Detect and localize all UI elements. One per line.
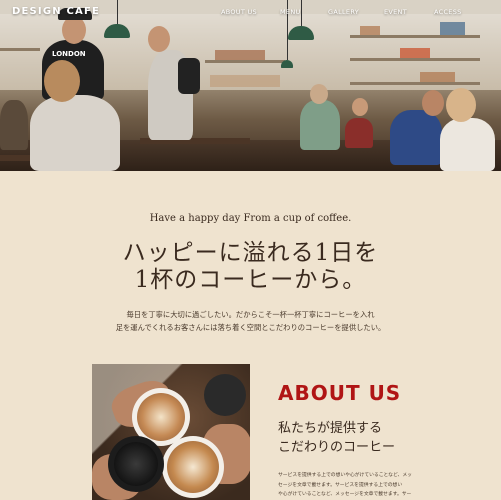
tagline: Have a happy day From a cup of coffee. [149, 213, 352, 224]
about-subtitle-line-2: こだわりのコーヒー [278, 440, 396, 455]
about-subtitle: 私たちが提供する こだわりのコーヒー [278, 419, 395, 457]
headline-line-1: ハッピーに溢れる1日を [122, 240, 379, 266]
intro-body: 毎日を丁寧に大切に過ごしたい。だからこそ一杯一杯丁寧にコーヒーを入れ 足を運んで… [0, 308, 501, 334]
about-body-line-3: や心がけていることなど、メッセージを文章で載せます。サー [278, 492, 412, 497]
coffee-cheers-photo [92, 364, 250, 500]
intro-body-line-1: 毎日を丁寧に大切に過ごしたい。だからこそ一杯一杯丁寧にコーヒーを入れ [126, 310, 375, 319]
about-body-line-1: サービスを提供する上での想いや心がけていることなど、メッ [278, 473, 412, 478]
nav-event[interactable]: EVENT [384, 8, 407, 16]
about-subtitle-line-1: 私たちが提供する [278, 421, 383, 436]
nav-gallery[interactable]: GALLERY [328, 8, 359, 16]
headline: ハッピーに溢れる1日を 1杯のコーヒーから。 [0, 240, 501, 294]
nav-about-us[interactable]: ABOUT US [221, 8, 257, 16]
about-title: ABOUT US [278, 381, 402, 405]
hero-image: LONDON [0, 0, 501, 171]
intro-body-line-2: 足を運んでくれるお客さんには落ち着く空間とこだわりのコーヒーを提供したい。 [115, 323, 386, 332]
about-body: サービスを提供する上での想いや心がけていることなど、メッ セージを文章で載せます… [278, 471, 418, 500]
nav-access[interactable]: ACCESS [434, 8, 462, 16]
headline-line-2: 1杯のコーヒーから。 [134, 267, 367, 293]
about-body-line-2: セージを文章で載せます。サービスを提供する上での想い [278, 482, 403, 488]
nav-menu[interactable]: MENU [280, 8, 301, 16]
main-nav: ABOUT US MENU GALLERY EVENT ACCESS [0, 8, 501, 20]
